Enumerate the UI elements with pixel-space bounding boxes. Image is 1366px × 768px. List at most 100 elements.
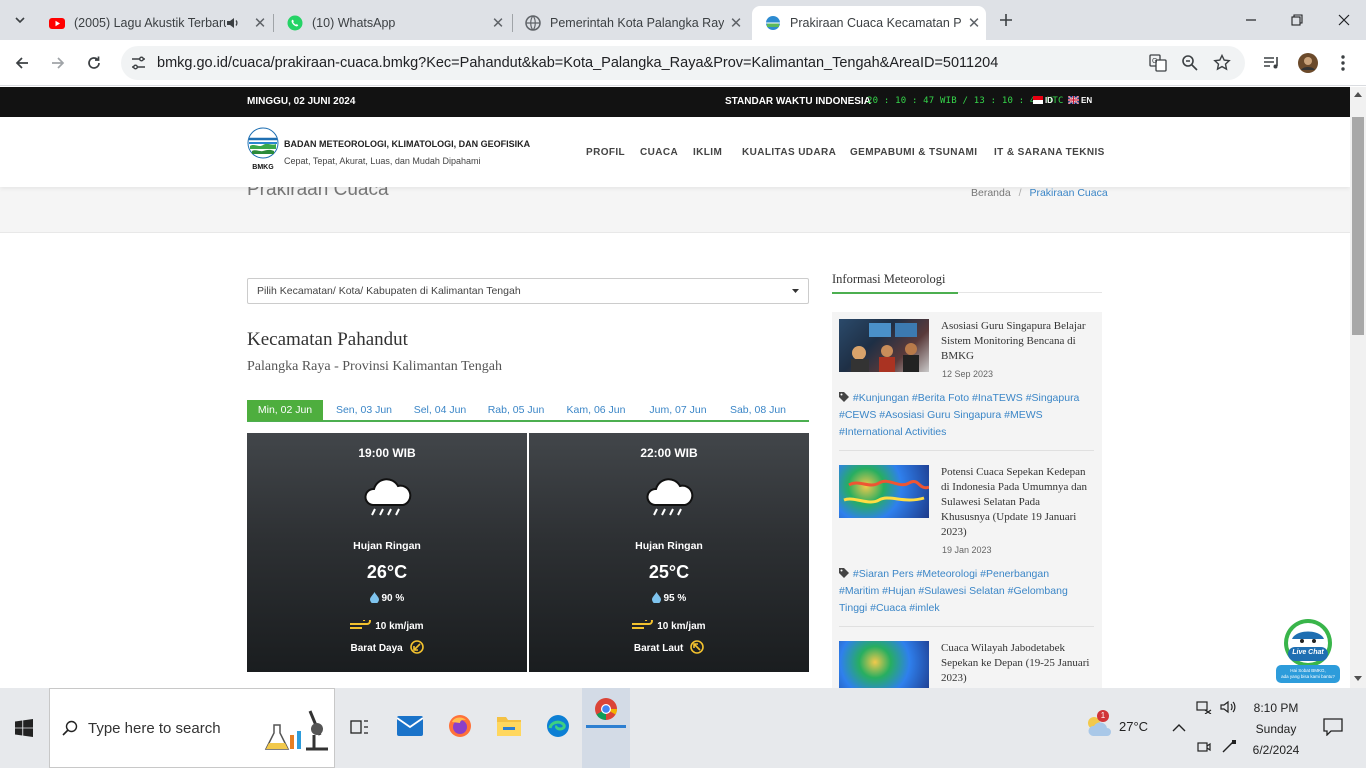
browser-toolbar: bmkg.go.id/cuaca/prakiraan-cuaca.bmkg?Ke… bbox=[0, 40, 1366, 86]
minimize-icon[interactable] bbox=[1239, 8, 1263, 32]
task-view-icon[interactable] bbox=[350, 717, 370, 742]
tags-icon bbox=[839, 392, 849, 402]
edge-app-icon[interactable] bbox=[546, 714, 570, 743]
flag-uk-icon bbox=[1068, 96, 1079, 104]
nav-it-sarana[interactable]: IT & SARANA TEKNIS bbox=[994, 147, 1105, 158]
live-chat-widget[interactable]: Live Chat Hai Sobat BMKG, ada yang bisa … bbox=[1276, 617, 1340, 683]
chrome-app-active[interactable] bbox=[582, 688, 630, 768]
news-tags[interactable]: #Kunjungan #Berita Foto #InaTEWS #Singap… bbox=[839, 392, 1079, 438]
day-tab[interactable]: Sen, 03 Jun bbox=[329, 400, 399, 421]
clock-date: 6/2/2024 bbox=[1252, 743, 1300, 757]
info-topbar: MINGGU, 02 JUNI 2024 STANDAR WAKTU INDON… bbox=[0, 87, 1350, 117]
compass-northwest-icon bbox=[690, 640, 704, 654]
weather-temp: 27°C bbox=[1119, 719, 1149, 734]
browser-menu-icon[interactable] bbox=[1331, 51, 1355, 75]
day-tab[interactable]: Jum, 07 Jun bbox=[642, 400, 714, 421]
new-tab-icon[interactable] bbox=[994, 8, 1018, 32]
day-tab[interactable]: Rab, 05 Jun bbox=[481, 400, 551, 421]
news-title[interactable]: Potensi Cuaca Sepekan Kedepan di Indones… bbox=[941, 465, 1091, 540]
scroll-up-icon[interactable] bbox=[1354, 91, 1362, 97]
taskbar-search-box[interactable]: Type here to search bbox=[49, 688, 335, 768]
breadcrumb-current: Prakiraan Cuaca bbox=[1029, 187, 1108, 199]
news-thumbnail[interactable] bbox=[839, 641, 929, 688]
time-label: STANDAR WAKTU INDONESIA bbox=[725, 96, 871, 107]
speaker-icon[interactable] bbox=[226, 16, 240, 30]
forecast-card: 19:00 WIB Hujan Ringan 26°C 90 % 10 km/j… bbox=[247, 433, 527, 672]
scrollbar-thumb[interactable] bbox=[1352, 117, 1364, 335]
forward-icon[interactable] bbox=[46, 51, 70, 75]
news-divider bbox=[839, 450, 1094, 451]
nav-iklim[interactable]: IKLIM bbox=[693, 147, 722, 158]
tab-title: Prakiraan Cuaca Kecamatan Pah bbox=[790, 16, 962, 30]
close-tab-icon[interactable]: ✕ bbox=[248, 14, 272, 32]
forecast-condition: Hujan Ringan bbox=[353, 540, 421, 552]
forecast-time: 22:00 WIB bbox=[640, 446, 698, 460]
forecast-card: 22:00 WIB Hujan Ringan 25°C 95 % 10 km/j… bbox=[529, 433, 809, 672]
volume-icon[interactable] bbox=[1220, 700, 1236, 719]
close-window-icon[interactable] bbox=[1332, 8, 1356, 32]
bmkg-logo[interactable]: BMKG bbox=[247, 127, 279, 171]
notification-center-icon[interactable] bbox=[1323, 718, 1343, 741]
news-tags[interactable]: #Siaran Pers #Meteorologi #Penerbangan #… bbox=[839, 568, 1068, 614]
media-control-icon[interactable] bbox=[1260, 51, 1284, 75]
close-tab-icon[interactable]: ✕ bbox=[962, 14, 986, 32]
browser-tab-strip: (2005) Lagu Akustik Terbaru ✕ (10) Whats… bbox=[0, 0, 1366, 40]
tab-youtube[interactable]: (2005) Lagu Akustik Terbaru ✕ bbox=[36, 6, 272, 40]
meet-now-icon[interactable] bbox=[1197, 740, 1211, 759]
profile-avatar-icon[interactable] bbox=[1296, 51, 1320, 75]
news-thumbnail[interactable] bbox=[839, 319, 929, 372]
org-name: BADAN METEOROLOGI, KLIMATOLOGI, DAN GEOF… bbox=[284, 139, 531, 149]
show-hidden-icons-chevron[interactable] bbox=[1172, 720, 1186, 738]
lang-en-link[interactable]: EN bbox=[1081, 96, 1092, 105]
day-tab-active[interactable]: Min, 02 Jun bbox=[247, 400, 323, 421]
nav-kualitas-udara[interactable]: KUALITAS UDARA bbox=[742, 147, 836, 158]
location-select[interactable]: Pilih Kecamatan/ Kota/ Kabupaten di Kali… bbox=[247, 278, 809, 304]
day-tab[interactable]: Sel, 04 Jun bbox=[407, 400, 473, 421]
day-tab[interactable]: Kam, 06 Jun bbox=[560, 400, 632, 421]
system-clock[interactable]: 8:10 PM Sunday 6/2/2024 bbox=[1240, 698, 1312, 761]
active-app-indicator bbox=[586, 725, 626, 728]
firefox-app-icon[interactable] bbox=[448, 714, 472, 743]
light-rain-cloud-icon bbox=[364, 478, 412, 516]
site-settings-icon[interactable] bbox=[131, 56, 146, 70]
nav-cuaca[interactable]: CUACA bbox=[640, 147, 678, 158]
scroll-down-icon[interactable] bbox=[1354, 676, 1362, 682]
close-tab-icon[interactable]: ✕ bbox=[724, 14, 748, 32]
nav-profil[interactable]: PROFIL bbox=[586, 147, 625, 158]
breadcrumb-home[interactable]: Beranda bbox=[971, 187, 1011, 199]
news-thumbnail[interactable] bbox=[839, 465, 930, 518]
address-bar[interactable]: bmkg.go.id/cuaca/prakiraan-cuaca.bmkg?Ke… bbox=[121, 46, 1245, 80]
bmkg-icon bbox=[766, 16, 780, 30]
sidebar-heading: Informasi Meteorologi bbox=[832, 272, 946, 286]
battery-plug-icon[interactable] bbox=[1221, 740, 1237, 759]
tab-bmkg-active[interactable]: Prakiraan Cuaca Kecamatan Pah ✕ bbox=[752, 6, 986, 40]
zoom-icon[interactable] bbox=[1181, 54, 1199, 72]
network-icon[interactable] bbox=[1196, 700, 1212, 719]
close-tab-icon[interactable]: ✕ bbox=[486, 14, 510, 32]
web-page: MINGGU, 02 JUNI 2024 STANDAR WAKTU INDON… bbox=[0, 87, 1350, 688]
live-chat-title: Live Chat bbox=[1292, 649, 1324, 656]
weather-widget[interactable]: 1 27°C bbox=[1085, 710, 1148, 743]
mail-app-icon[interactable] bbox=[396, 708, 424, 748]
tab-search-chevron-icon[interactable] bbox=[8, 8, 32, 32]
news-title[interactable]: Asosiasi Guru Singapura Belajar Sistem M… bbox=[941, 319, 1091, 364]
back-icon[interactable] bbox=[10, 51, 34, 75]
forecast-wind-dir: Barat Daya bbox=[350, 643, 403, 654]
translate-icon[interactable]: G bbox=[1149, 54, 1167, 72]
day-tab[interactable]: Sab, 08 Jun bbox=[722, 400, 794, 421]
news-title[interactable]: Cuaca Wilayah Jabodetabek Sepekan ke Dep… bbox=[941, 641, 1091, 686]
bookmark-star-icon[interactable] bbox=[1213, 54, 1231, 72]
restore-icon[interactable] bbox=[1285, 8, 1309, 32]
bmkg-logo-icon bbox=[247, 127, 279, 159]
start-button[interactable] bbox=[0, 688, 48, 768]
news-date: 12 Sep 2023 bbox=[942, 369, 994, 379]
windows-taskbar: Type here to search 1 27°C 8:10 PM Sunda… bbox=[0, 688, 1366, 768]
nav-gempabumi[interactable]: GEMPABUMI & TSUNAMI bbox=[850, 147, 977, 158]
page-scrollbar[interactable] bbox=[1350, 87, 1366, 688]
tab-whatsapp[interactable]: (10) WhatsApp ✕ bbox=[274, 6, 510, 40]
lang-id-link[interactable]: ID bbox=[1045, 96, 1053, 105]
reload-icon[interactable] bbox=[82, 51, 106, 75]
file-explorer-icon[interactable] bbox=[497, 714, 521, 741]
tab-pemerintah[interactable]: Pemerintah Kota Palangka Raya ✕ bbox=[512, 6, 748, 40]
compass-southwest-icon bbox=[409, 640, 424, 654]
